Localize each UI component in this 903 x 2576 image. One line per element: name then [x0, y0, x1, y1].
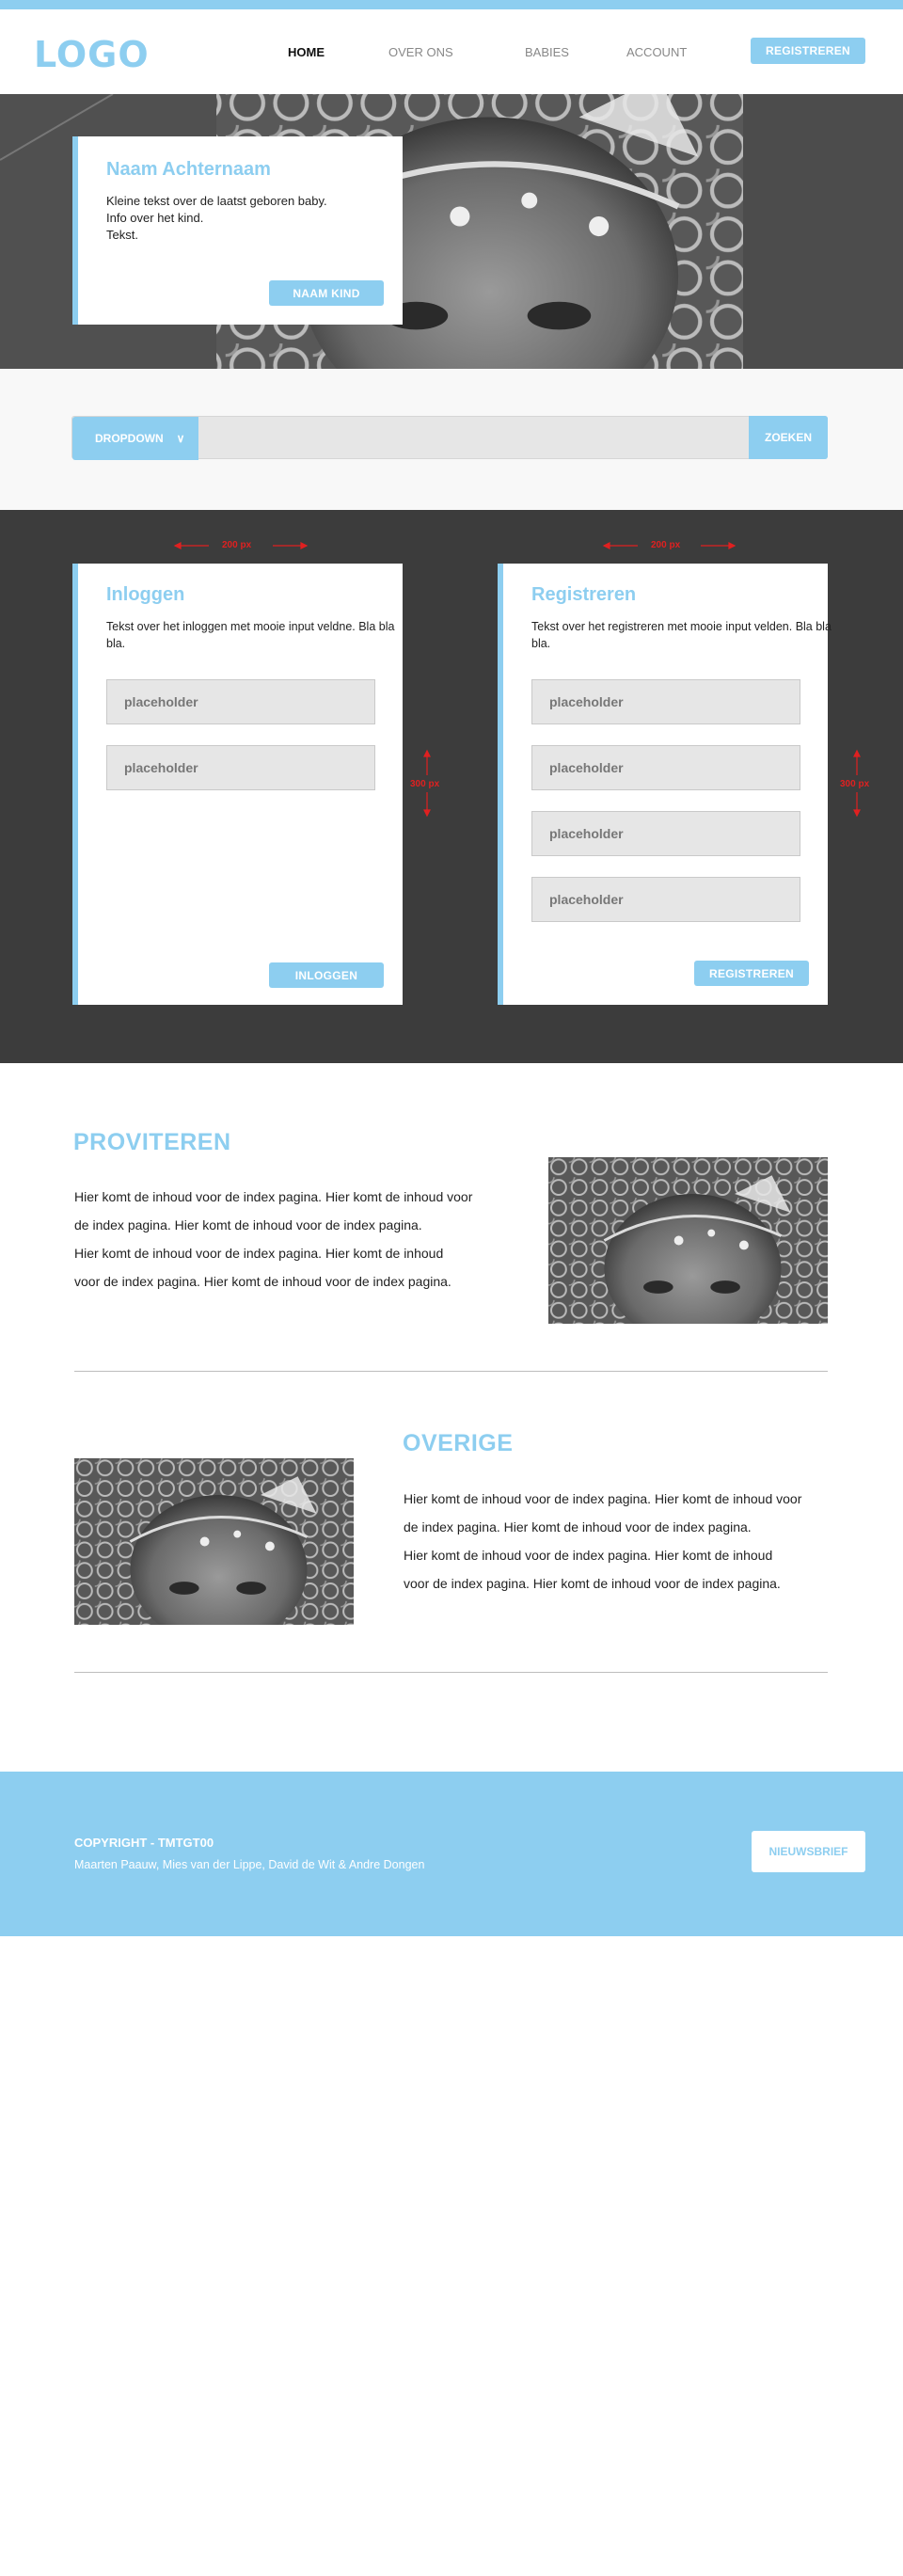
height-measure-label: 300 px: [840, 779, 870, 789]
login-field[interactable]: [106, 679, 375, 724]
section-text-proviteren: Hier komt de inhoud voor de index pagina…: [74, 1189, 473, 1289]
top-accent-bar: [0, 0, 903, 9]
height-measure-label: 300 px: [410, 779, 440, 789]
site-header: LOGO HOME OVER ONS BABIES ACCOUNT REGIST…: [0, 9, 903, 94]
dropdown-label: DROPDOWN: [95, 432, 164, 445]
register-title: Registreren: [531, 584, 637, 605]
baby-card: Naam Achternaam Kleine tekst over de laa…: [72, 136, 403, 325]
section-photo-proviteren: [548, 1157, 828, 1324]
search-bar: DROPDOWN ∨ ZOEKEN: [71, 416, 828, 460]
register-field[interactable]: [531, 811, 800, 856]
baby-name: Naam Achternaam: [106, 159, 271, 180]
newsletter-button[interactable]: NIEUWSBRIEF: [752, 1831, 865, 1872]
site-footer: COPYRIGHT - TMTGT00 Maarten Paauw, Mies …: [0, 1772, 903, 1936]
register-text: Tekst over het registreren met mooie inp…: [531, 620, 832, 650]
login-button[interactable]: INLOGGEN: [269, 962, 384, 988]
nav-over-ons[interactable]: OVER ONS: [388, 45, 453, 59]
hero-section: Naam Achternaam Kleine tekst over de laa…: [0, 94, 903, 369]
width-measure-label: 200 px: [222, 540, 252, 550]
search-input[interactable]: [198, 417, 755, 458]
section-title-overige: OVERIGE: [403, 1430, 514, 1456]
baby-name-button[interactable]: NAAM KIND: [269, 280, 384, 306]
login-text: Tekst over het inloggen met mooie input …: [106, 620, 395, 650]
section-text-overige: Hier komt de inhoud voor de index pagina…: [404, 1491, 802, 1591]
login-field[interactable]: [106, 745, 375, 790]
footer-copyright: COPYRIGHT - TMTGT00: [74, 1836, 214, 1850]
register-submit-button[interactable]: REGISTREREN: [694, 961, 809, 986]
nav-account[interactable]: ACCOUNT: [626, 45, 687, 59]
chevron-down-icon: ∨: [176, 432, 185, 445]
register-card: Registreren Tekst over het registreren m…: [498, 564, 832, 1005]
nav-home[interactable]: HOME: [288, 45, 325, 59]
register-field[interactable]: [531, 877, 800, 922]
width-measure-label: 200 px: [651, 540, 681, 550]
search-section: DROPDOWN ∨ ZOEKEN: [0, 369, 903, 510]
search-button[interactable]: ZOEKEN: [749, 416, 828, 459]
account-forms-section: 200 px 200 px 300 px 300 px Inloggen Tek…: [0, 510, 903, 1063]
baby-description: Kleine tekst over de laatst geboren baby…: [106, 194, 327, 242]
register-field[interactable]: [531, 745, 800, 790]
section-divider: [74, 1672, 828, 1673]
login-card: Inloggen Tekst over het inloggen met moo…: [72, 564, 403, 1005]
footer-credits: Maarten Paauw, Mies van der Lippe, David…: [74, 1858, 425, 1871]
nav-babies[interactable]: BABIES: [525, 45, 569, 59]
section-divider: [74, 1371, 828, 1372]
section-photo-overige: [74, 1458, 354, 1625]
search-dropdown[interactable]: DROPDOWN ∨: [72, 417, 198, 460]
login-title: Inloggen: [106, 584, 185, 605]
logo[interactable]: LOGO: [34, 34, 150, 75]
section-title-proviteren: PROVITEREN: [73, 1129, 231, 1155]
register-field[interactable]: [531, 679, 800, 724]
register-button[interactable]: REGISTREREN: [751, 38, 865, 64]
